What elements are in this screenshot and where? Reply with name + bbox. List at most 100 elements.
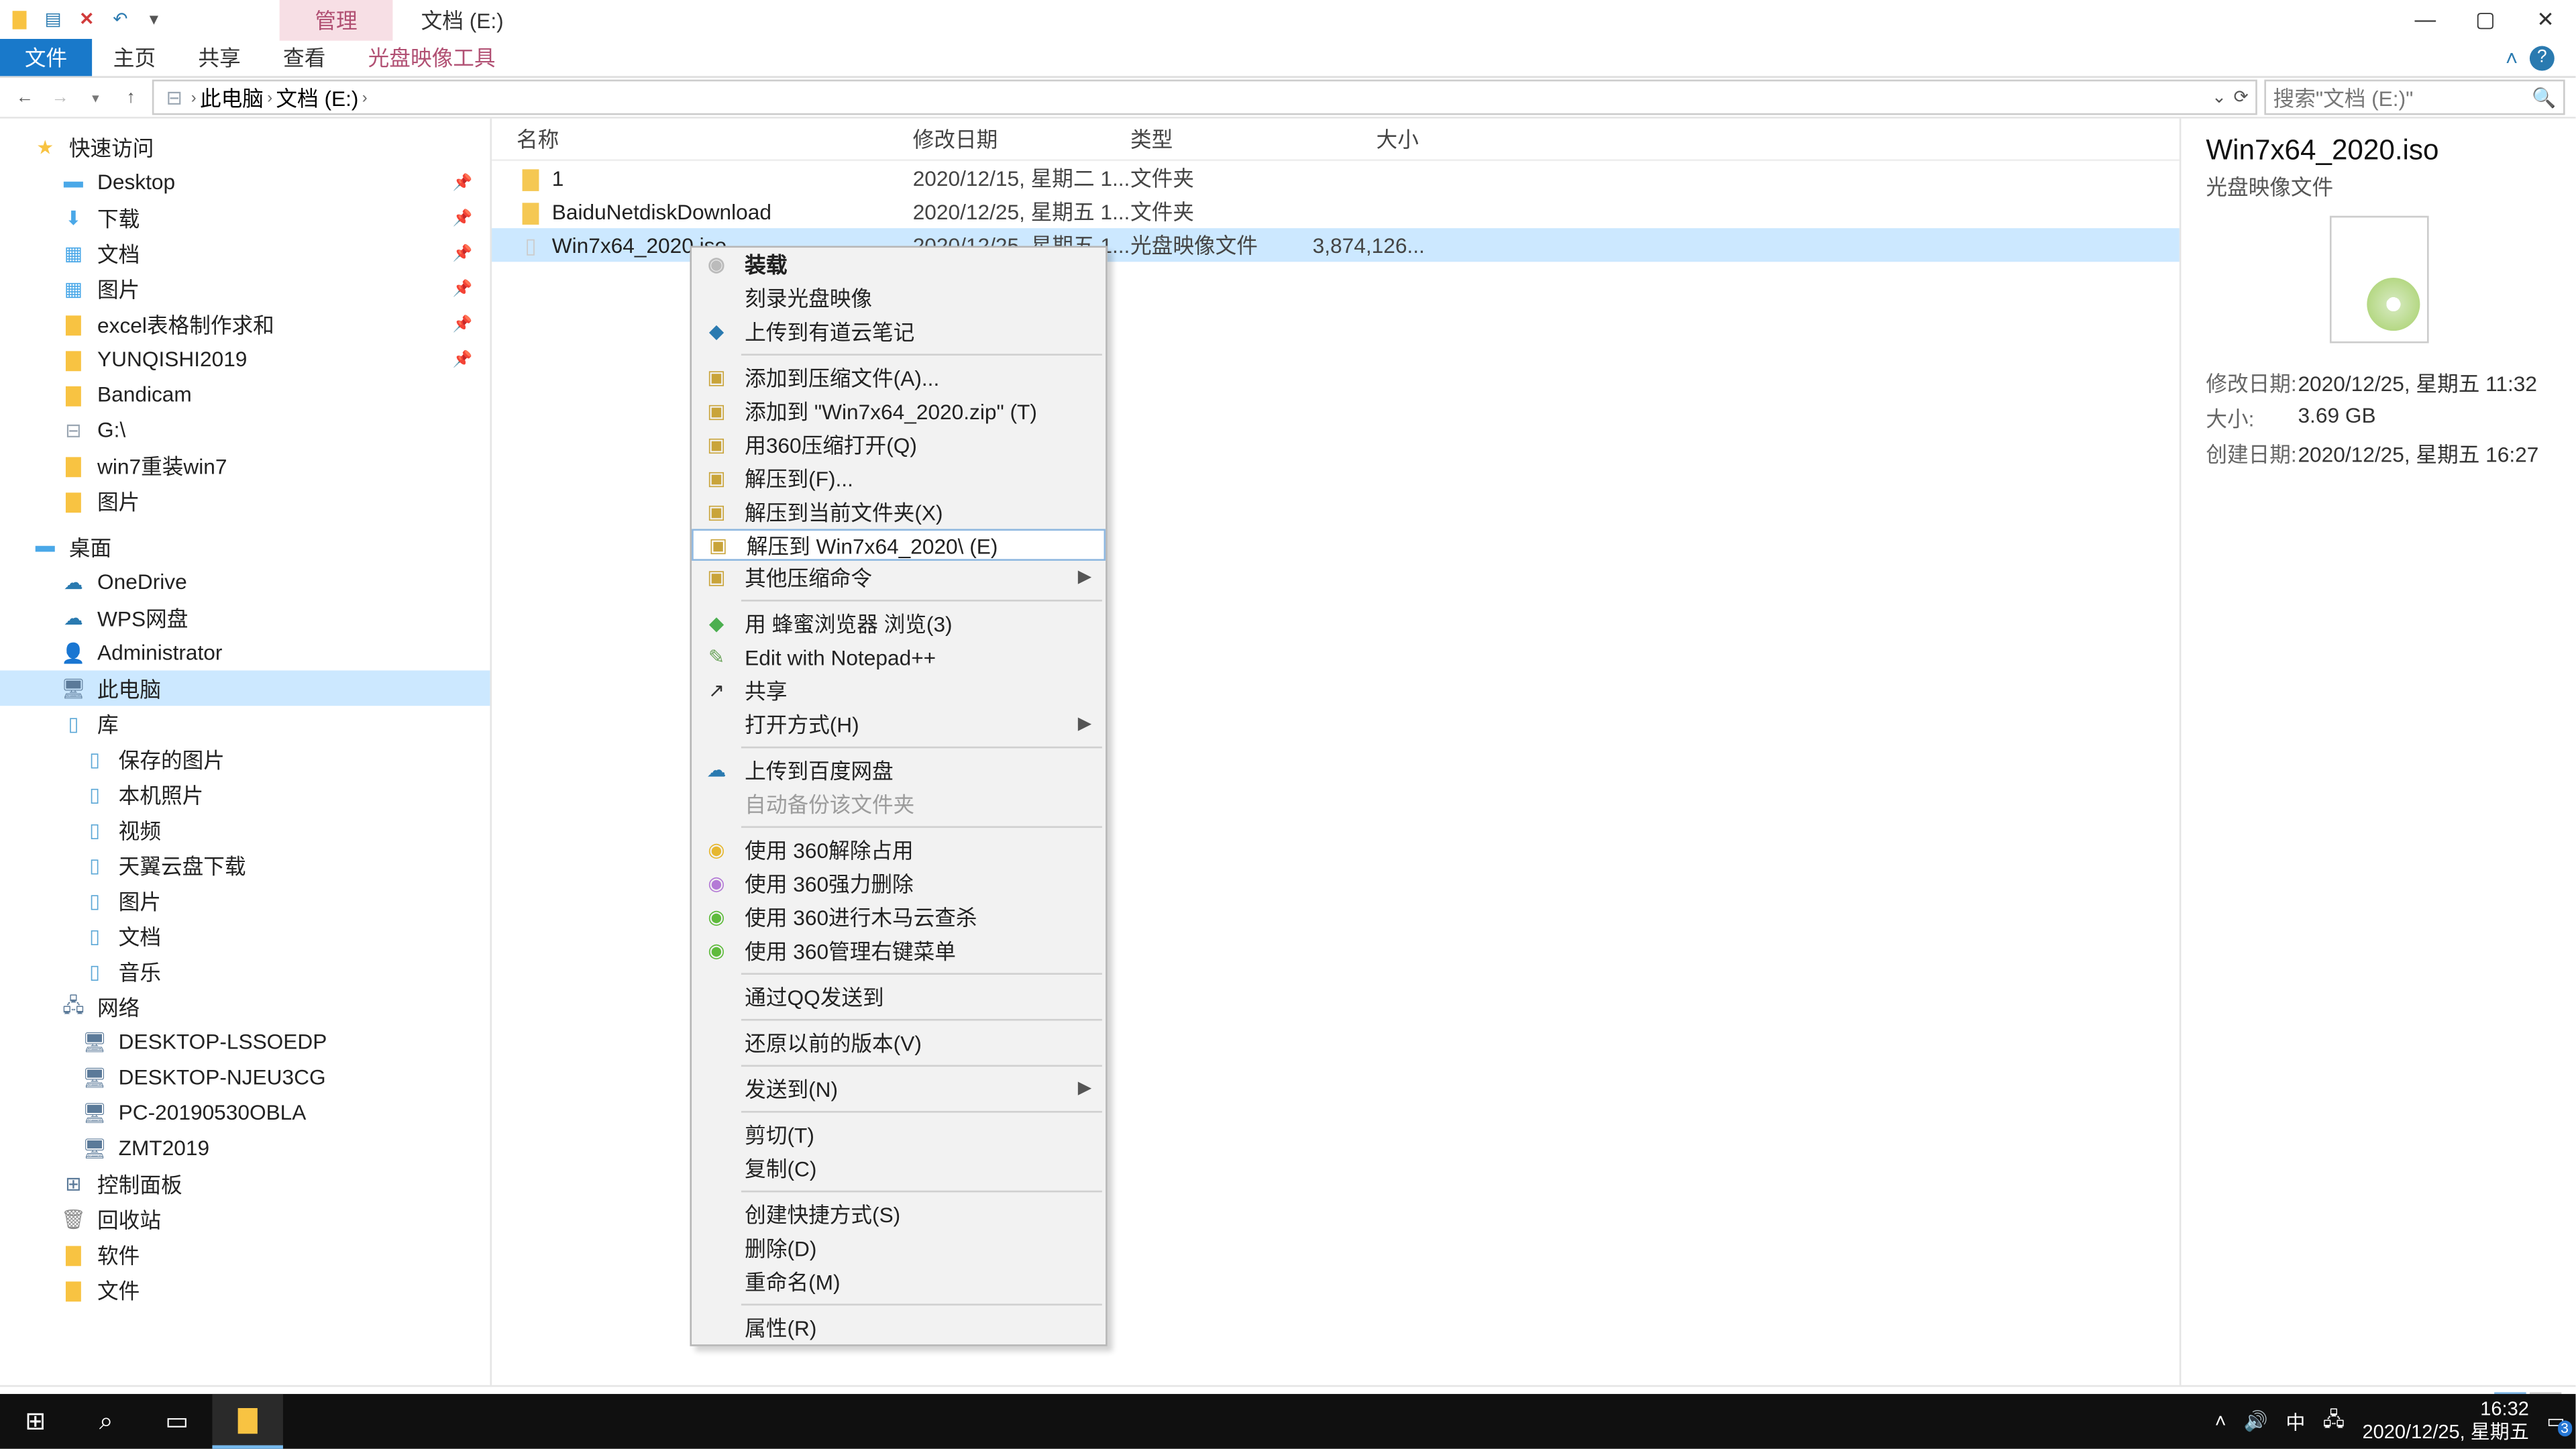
tab-file[interactable]: 文件 [0, 39, 92, 76]
desktop-root[interactable]: ▬桌面 [0, 529, 490, 564]
task-view-button[interactable]: ▭ [142, 1394, 212, 1449]
sidebar-item-downloads[interactable]: ⬇下载📌 [0, 200, 490, 235]
column-size[interactable]: 大小 [1313, 124, 1419, 154]
minimize-button[interactable]: — [2395, 0, 2455, 39]
search-icon[interactable]: 🔍 [2532, 86, 2556, 109]
sidebar-item-onedrive[interactable]: ☁OneDrive [0, 564, 490, 600]
sidebar-item-folder[interactable]: ▇图片 [0, 483, 490, 519]
context-menu-item[interactable]: 剪切(T) [692, 1118, 1106, 1152]
file-row[interactable]: ▇BaiduNetdiskDownload2020/12/25, 星期五 1..… [492, 195, 2180, 228]
context-menu-item[interactable]: 删除(D) [692, 1231, 1106, 1265]
context-menu-item[interactable]: ▣解压到(F)... [692, 462, 1106, 495]
context-menu-item[interactable]: ◉使用 360解除占用 [692, 833, 1106, 867]
quick-access-root[interactable]: ★快速访问 [0, 129, 490, 165]
forward-button[interactable]: → [46, 83, 74, 111]
column-type[interactable]: 类型 [1130, 124, 1313, 154]
network-icon[interactable]: 🖧 [2323, 1405, 2345, 1438]
chevron-right-icon[interactable]: › [267, 89, 272, 106]
sidebar-item-pc[interactable]: 🖥DESKTOP-NJEU3CG [0, 1060, 490, 1095]
breadcrumb[interactable]: 此电脑 [200, 83, 264, 113]
sidebar-item-control-panel[interactable]: ⊞控制面板 [0, 1166, 490, 1201]
tab-view[interactable]: 查看 [262, 39, 347, 76]
context-menu-item[interactable]: 刻录光盘映像 [692, 281, 1106, 315]
column-date[interactable]: 修改日期 [913, 124, 1130, 154]
sidebar-item-lib[interactable]: ▯图片 [0, 883, 490, 918]
taskbar[interactable]: ⊞ ⌕ ▭ ▇ ˄ 🔊 中 🖧 16:32 2020/12/25, 星期五 ▭ [0, 1394, 2575, 1449]
context-menu-item[interactable]: 重命名(M) [692, 1265, 1106, 1298]
explorer-taskbar-button[interactable]: ▇ [212, 1394, 282, 1449]
taskbar-clock[interactable]: 16:32 2020/12/25, 星期五 [2363, 1399, 2529, 1445]
context-menu-item[interactable]: ◆用 蜂蜜浏览器 浏览(3) [692, 606, 1106, 640]
context-menu-item[interactable]: ◉使用 360管理右键菜单 [692, 934, 1106, 967]
navigation-pane[interactable]: ★快速访问 ▬Desktop📌 ⬇下载📌 ▦文档📌 ▦图片📌 ▇excel表格制… [0, 119, 492, 1385]
sidebar-item-this-pc[interactable]: 🖥此电脑 [0, 670, 490, 706]
sidebar-item-folder[interactable]: ▇YUNQISHI2019📌 [0, 341, 490, 377]
undo-icon[interactable]: ↶ [108, 7, 133, 32]
sidebar-item-user[interactable]: 👤Administrator [0, 635, 490, 671]
back-button[interactable]: ← [11, 83, 39, 111]
chevron-down-icon[interactable]: ⌄ [2212, 88, 2226, 107]
search-input[interactable]: 搜索"文档 (E:)" 🔍 [2264, 80, 2565, 115]
sidebar-item-drive[interactable]: ⊟G:\ [0, 412, 490, 447]
sidebar-item-lib[interactable]: ▯音乐 [0, 953, 490, 989]
action-center-icon[interactable]: ▭ [2546, 1410, 2565, 1433]
sidebar-item-libraries[interactable]: ▯库 [0, 706, 490, 741]
context-menu-item[interactable]: 发送到(N)▶ [692, 1072, 1106, 1106]
tray-overflow-icon[interactable]: ˄ [2215, 1411, 2226, 1432]
start-button[interactable]: ⊞ [0, 1394, 70, 1449]
context-menu-item[interactable]: ✎Edit with Notepad++ [692, 641, 1106, 674]
system-tray[interactable]: ˄ 🔊 中 🖧 16:32 2020/12/25, 星期五 ▭ [2215, 1399, 2576, 1445]
ime-indicator[interactable]: 中 [2286, 1407, 2305, 1436]
close-button[interactable]: ✕ [2516, 0, 2576, 39]
sidebar-item-folder[interactable]: ▇Bandicam [0, 377, 490, 413]
context-menu-item[interactable]: ◉使用 360强力删除 [692, 867, 1106, 900]
sidebar-item-folder[interactable]: ▇软件 [0, 1236, 490, 1272]
context-menu-item[interactable]: ▣添加到 "Win7x64_2020.zip" (T) [692, 394, 1106, 428]
save-icon[interactable]: ▤ [41, 7, 66, 32]
context-menu-item[interactable]: ▣解压到当前文件夹(X) [692, 495, 1106, 529]
context-menu-item[interactable]: 创建快捷方式(S) [692, 1197, 1106, 1231]
sidebar-item-desktop[interactable]: ▬Desktop📌 [0, 164, 490, 200]
recent-locations-icon[interactable]: ▾ [81, 83, 109, 111]
context-menu-item[interactable]: ◉使用 360进行木马云查杀 [692, 900, 1106, 934]
sidebar-item-recycle-bin[interactable]: 🗑回收站 [0, 1201, 490, 1237]
contextual-tab-manage[interactable]: 管理 [280, 0, 393, 40]
sidebar-item-lib[interactable]: ▯文档 [0, 918, 490, 954]
context-menu-item[interactable]: 属性(R) [692, 1311, 1106, 1344]
chevron-right-icon[interactable]: › [191, 89, 197, 106]
sidebar-item-wps[interactable]: ☁WPS网盘 [0, 600, 490, 635]
context-menu-item[interactable]: ▣添加到压缩文件(A)... [692, 361, 1106, 394]
search-button[interactable]: ⌕ [70, 1394, 141, 1449]
delete-icon[interactable]: ✕ [74, 7, 99, 32]
context-menu-item[interactable]: ▣解压到 Win7x64_2020\ (E) [692, 529, 1106, 560]
up-button[interactable]: ↑ [117, 83, 145, 111]
chevron-right-icon[interactable]: › [362, 89, 368, 106]
maximize-button[interactable]: ▢ [2455, 0, 2516, 39]
address-bar[interactable]: ⊟ › 此电脑 › 文档 (E:) › ⌄ ⟳ [152, 80, 2257, 115]
sidebar-item-folder[interactable]: ▇win7重装win7 [0, 447, 490, 483]
sidebar-item-lib[interactable]: ▯本机照片 [0, 777, 490, 812]
breadcrumb[interactable]: 文档 (E:) [276, 83, 358, 113]
context-menu-item[interactable]: 复制(C) [692, 1152, 1106, 1185]
tab-home[interactable]: 主页 [92, 39, 177, 76]
sidebar-item-pc[interactable]: 🖥PC-20190530OBLA [0, 1095, 490, 1130]
sidebar-item-folder[interactable]: ▇文件 [0, 1272, 490, 1307]
sidebar-item-folder[interactable]: ▇excel表格制作求和📌 [0, 306, 490, 341]
qat-overflow-icon[interactable]: ▾ [142, 7, 166, 32]
sidebar-item-lib[interactable]: ▯视频 [0, 812, 490, 847]
context-menu[interactable]: ◉装载刻录光盘映像◆上传到有道云笔记 ▣添加到压缩文件(A)...▣添加到 "Wi… [690, 246, 1107, 1346]
refresh-icon[interactable]: ⟳ [2234, 88, 2249, 107]
column-name[interactable]: 名称 [517, 124, 913, 154]
context-menu-item[interactable]: ◆上传到有道云笔记 [692, 315, 1106, 348]
context-menu-item[interactable]: ▣其他压缩命令▶ [692, 561, 1106, 594]
volume-icon[interactable]: 🔊 [2244, 1410, 2268, 1433]
ribbon-expand-icon[interactable]: ˄ ? [2484, 39, 2575, 76]
sidebar-item-pictures[interactable]: ▦图片📌 [0, 270, 490, 306]
context-menu-item[interactable]: 打开方式(H)▶ [692, 708, 1106, 741]
tab-share[interactable]: 共享 [177, 39, 262, 76]
context-menu-item[interactable]: 还原以前的版本(V) [692, 1026, 1106, 1059]
context-menu-item[interactable]: ◉装载 [692, 248, 1106, 281]
column-headers[interactable]: 名称 修改日期 类型 大小 [492, 119, 2180, 161]
tab-disc-image-tools[interactable]: 光盘映像工具 [347, 39, 517, 76]
sidebar-item-documents[interactable]: ▦文档📌 [0, 235, 490, 271]
